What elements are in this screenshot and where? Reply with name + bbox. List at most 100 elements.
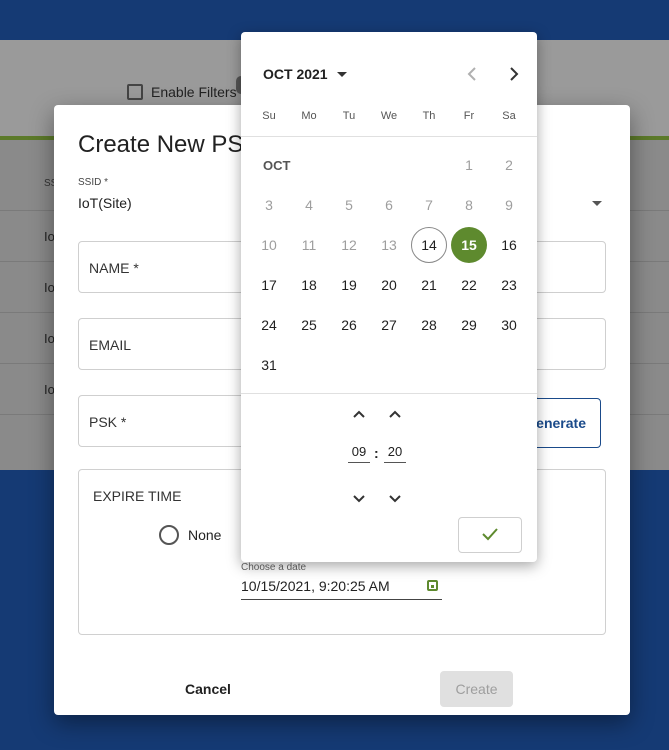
calendar-icon[interactable] [427, 580, 438, 591]
calendar-day-number: 8 [465, 197, 473, 213]
calendar-day-number: 28 [421, 317, 437, 333]
calendar-day-number: 5 [345, 197, 353, 213]
calendar-day[interactable]: 31 [249, 345, 289, 385]
calendar-week-row: 3 4 5 6 7 8 9 [249, 185, 529, 225]
weekday-label: Fr [463, 110, 475, 122]
minute-input[interactable]: 20 [384, 444, 406, 463]
calendar-day-number: 15 [451, 227, 487, 263]
enable-filters-checkbox[interactable]: Enable Filters [127, 84, 237, 100]
calendar-empty-cell [329, 345, 369, 385]
weekday-label: Su [262, 110, 276, 122]
expire-date-field[interactable]: Choose a date 10/15/2021, 9:20:25 AM [241, 562, 442, 600]
calendar-day: 7 [409, 185, 449, 225]
calendar-day-number: 13 [381, 237, 397, 253]
calendar-day-number: 14 [411, 227, 447, 263]
calendar-day-number: 19 [341, 277, 357, 293]
cancel-button[interactable]: Cancel [166, 671, 250, 707]
date-input[interactable]: 10/15/2021, 9:20:25 AM [241, 578, 442, 600]
calendar-day: 13 [369, 225, 409, 265]
month-year-label: OCT 2021 [263, 66, 328, 82]
calendar-day: 6 [369, 185, 409, 225]
chevron-left-icon[interactable] [461, 62, 485, 86]
calendar-month-label: OCT [263, 157, 291, 173]
chevron-right-icon[interactable] [501, 62, 525, 86]
calendar-day-number: 29 [461, 317, 477, 333]
confirm-button[interactable] [458, 517, 522, 553]
calendar-day[interactable]: 24 [249, 305, 289, 345]
radio-icon [159, 525, 179, 545]
calendar-day-number: 27 [381, 317, 397, 333]
calendar-week-row: 31 [249, 345, 529, 385]
calendar-empty-cell [449, 345, 489, 385]
psk-label: PSK * [89, 414, 127, 430]
calendar-day[interactable]: 17 [249, 265, 289, 305]
calendar-day-number: 3 [265, 197, 273, 213]
picker-header: OCT 2021 [241, 32, 537, 110]
create-button[interactable]: Create [440, 671, 513, 707]
ssid-select[interactable]: IoT(Site) [78, 195, 132, 211]
calendar-day-number: 10 [261, 237, 277, 253]
calendar-day[interactable]: 14 [409, 225, 449, 265]
time-separator: : [374, 445, 379, 461]
expire-time-title: EXPIRE TIME [93, 488, 182, 504]
enable-filters-label: Enable Filters [151, 84, 237, 100]
calendar-day[interactable]: 29 [449, 305, 489, 345]
calendar-day-number: 23 [501, 277, 517, 293]
calendar-day-selected[interactable]: 15 [449, 225, 489, 265]
calendar-day-number: 11 [301, 237, 317, 253]
calendar-day-number: 9 [505, 197, 513, 213]
calendar-day[interactable]: 22 [449, 265, 489, 305]
calendar-grid: OCT 1 2 3 4 5 6 7 8 9 10 11 12 13 14 15 16 17 18 19 20 21 22 23… [249, 145, 529, 385]
calendar-day-number: 20 [381, 277, 397, 293]
calendar-day: 9 [489, 185, 529, 225]
calendar-day[interactable]: 26 [329, 305, 369, 345]
calendar-day-number: 18 [301, 277, 317, 293]
calendar-day-number: 25 [301, 317, 317, 333]
dropdown-arrow-icon[interactable] [592, 201, 602, 206]
weekday-label: Mo [301, 110, 317, 122]
calendar-day[interactable]: 30 [489, 305, 529, 345]
calendar-week-row: OCT 1 2 [249, 145, 529, 185]
calendar-day-number: 31 [261, 357, 277, 373]
minute-decrement-chevron-down-icon[interactable] [385, 488, 405, 508]
email-label: EMAIL [89, 337, 132, 353]
calendar-empty-cell [409, 145, 449, 185]
calendar-day-number: 17 [261, 277, 277, 293]
caret-down-icon [336, 71, 347, 77]
calendar-day[interactable]: 25 [289, 305, 329, 345]
calendar-day-number: 24 [261, 317, 277, 333]
calendar-day-number: 16 [501, 237, 517, 253]
calendar-day[interactable]: 21 [409, 265, 449, 305]
date-value: 10/15/2021, 9:20:25 AM [241, 578, 390, 594]
calendar-day-number: 1 [465, 157, 473, 173]
calendar-day: 12 [329, 225, 369, 265]
divider [241, 136, 537, 137]
hour-increment-chevron-up-icon[interactable] [349, 404, 369, 424]
minute-increment-chevron-up-icon[interactable] [385, 404, 405, 424]
calendar-day[interactable]: 28 [409, 305, 449, 345]
calendar-empty-cell [369, 345, 409, 385]
calendar-day: 10 [249, 225, 289, 265]
calendar-day-number: 7 [425, 197, 433, 213]
calendar-day[interactable]: 16 [489, 225, 529, 265]
calendar-day[interactable]: 19 [329, 265, 369, 305]
date-label: Choose a date [241, 562, 307, 573]
calendar-day[interactable]: 20 [369, 265, 409, 305]
calendar-day[interactable]: 23 [489, 265, 529, 305]
month-year-selector[interactable]: OCT 2021 [263, 66, 347, 82]
calendar-empty-cell [409, 345, 449, 385]
expire-none-radio[interactable]: None [159, 525, 221, 545]
calendar-day-number: 12 [341, 237, 357, 253]
calendar-empty-cell [289, 345, 329, 385]
calendar-day: 11 [289, 225, 329, 265]
calendar-day[interactable]: 27 [369, 305, 409, 345]
hour-decrement-chevron-down-icon[interactable] [349, 488, 369, 508]
calendar-day: 4 [289, 185, 329, 225]
calendar-day: 5 [329, 185, 369, 225]
calendar-day: 1 [449, 145, 489, 185]
calendar-day[interactable]: 18 [289, 265, 329, 305]
calendar-day: 8 [449, 185, 489, 225]
hour-input[interactable]: 09 [348, 444, 370, 463]
calendar-day-number: 2 [505, 157, 513, 173]
calendar-day-number: 22 [461, 277, 477, 293]
